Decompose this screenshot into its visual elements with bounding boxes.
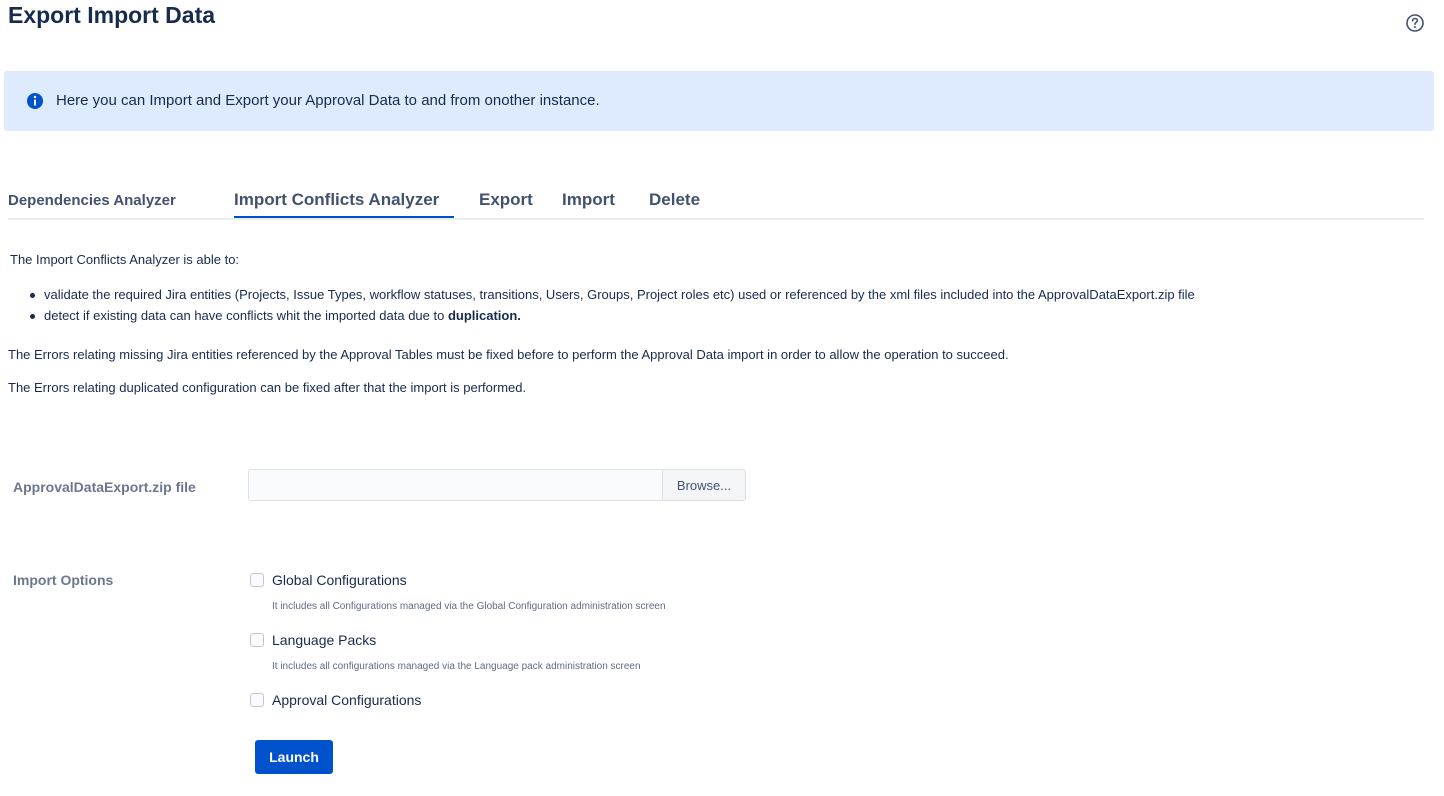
tab-import[interactable]: Import xyxy=(562,188,615,212)
global-configurations-checkbox[interactable] xyxy=(250,573,264,587)
language-packs-description: It includes all configurations managed v… xyxy=(272,661,641,672)
info-icon xyxy=(27,93,43,109)
browse-button[interactable]: Browse... xyxy=(662,470,745,500)
missing-entities-note: The Errors relating missing Jira entitie… xyxy=(8,347,1009,362)
import-options-label: Import Options xyxy=(13,572,114,588)
language-packs-checkbox[interactable] xyxy=(250,633,264,647)
info-banner: Here you can Import and Export your Appr… xyxy=(4,71,1434,131)
file-field-label: ApprovalDataExport.zip file xyxy=(13,479,196,495)
list-item: detect if existing data can have conflic… xyxy=(30,306,1195,326)
list-item: validate the required Jira entities (Pro… xyxy=(30,285,1195,305)
help-circle-icon[interactable] xyxy=(1404,12,1426,34)
duplicated-config-note: The Errors relating duplicated configura… xyxy=(8,380,527,395)
file-upload-field: Browse... xyxy=(248,469,746,501)
file-path-input[interactable] xyxy=(249,470,663,500)
launch-button[interactable]: Launch xyxy=(255,740,333,774)
tab-import-conflicts-analyzer[interactable]: Import Conflicts Analyzer xyxy=(234,188,439,212)
tab-bar: Dependencies Analyzer Import Conflicts A… xyxy=(8,178,1424,220)
global-configurations-label[interactable]: Global Configurations xyxy=(272,570,407,590)
page-title: Export Import Data xyxy=(8,2,216,28)
list-item-text: detect if existing data can have conflic… xyxy=(44,308,448,323)
intro-text: The Import Conflicts Analyzer is able to… xyxy=(10,252,240,267)
tab-delete[interactable]: Delete xyxy=(649,188,700,212)
tab-dependencies-analyzer[interactable]: Dependencies Analyzer xyxy=(8,189,176,213)
approval-configurations-checkbox[interactable] xyxy=(250,693,264,707)
approval-configurations-label[interactable]: Approval Configurations xyxy=(272,690,421,710)
capabilities-list: validate the required Jira entities (Pro… xyxy=(30,285,1195,326)
global-configurations-description: It includes all Configurations managed v… xyxy=(272,601,666,612)
list-item-bold-text: duplication. xyxy=(447,308,521,323)
tab-export[interactable]: Export xyxy=(479,188,533,212)
language-packs-label[interactable]: Language Packs xyxy=(272,630,376,650)
list-item-text: validate the required Jira entities (Pro… xyxy=(44,287,1195,302)
info-banner-text: Here you can Import and Export your Appr… xyxy=(56,92,600,109)
active-tab-indicator xyxy=(234,216,454,218)
